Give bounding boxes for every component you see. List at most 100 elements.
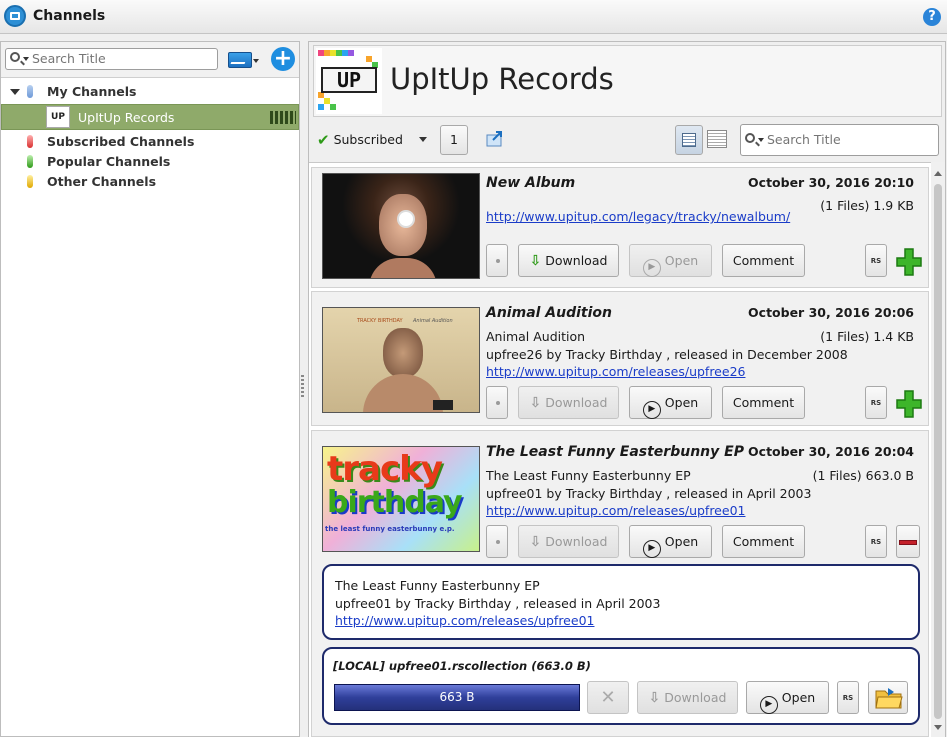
- scroll-down-icon[interactable]: [934, 725, 942, 734]
- remove-from-library-button[interactable]: [896, 525, 920, 558]
- download-button: ⇩ Download: [518, 386, 619, 419]
- post-link[interactable]: http://www.upitup.com/legacy/tracky/newa…: [486, 209, 790, 224]
- post-list-scrollbar[interactable]: [931, 162, 945, 737]
- window-title: Channels: [33, 8, 106, 24]
- copy-file-link-icon[interactable]: RS: [837, 681, 859, 714]
- post-card[interactable]: TRACKY BIRTHDAY Animal Audition Animal A…: [311, 291, 929, 426]
- help-icon[interactable]: ?: [923, 8, 941, 26]
- tree-item-upitup-records[interactable]: UP UpItUp Records: [1, 104, 299, 130]
- download-label: Download: [664, 690, 727, 705]
- chevron-down-icon[interactable]: [253, 59, 259, 66]
- sidebar-search-input[interactable]: [32, 51, 201, 66]
- tree-item-popular[interactable]: Popular Channels: [1, 152, 299, 172]
- channel-header: UP UpItUp Records: [313, 45, 942, 117]
- scrollbar-thumb[interactable]: [934, 184, 942, 719]
- chevron-down-icon[interactable]: [419, 137, 427, 146]
- cancel-download-button: ✕: [587, 681, 629, 714]
- post-file-size: (1 Files) 1.9 KB: [820, 198, 914, 213]
- attached-file-panel: [LOCAL] upfree01.rscollection (663.0 B) …: [322, 647, 920, 725]
- post-description: upfree26 by Tracky Birthday , released i…: [486, 347, 848, 362]
- more-options-button[interactable]: [486, 525, 508, 558]
- scroll-up-icon[interactable]: [934, 167, 942, 176]
- create-channel-button[interactable]: +: [271, 47, 295, 71]
- add-to-library-icon[interactable]: [896, 246, 922, 276]
- tree-item-subscribed[interactable]: Subscribed Channels: [1, 132, 299, 152]
- copy-link-icon[interactable]: RS: [865, 525, 887, 558]
- download-arrow-icon: ⇩: [529, 253, 542, 269]
- copy-link-icon[interactable]: RS: [865, 244, 887, 277]
- chevron-down-icon[interactable]: [23, 57, 29, 64]
- channel-content: UP UpItUp Records ✔ Subscribed 1 Search …: [308, 41, 946, 737]
- post-thumbnail[interactable]: TRACKY BIRTHDAY Animal Audition: [322, 307, 480, 413]
- post-thumbnail[interactable]: [322, 173, 480, 279]
- post-card[interactable]: New Album October 30, 2016 20:10 (1 File…: [311, 167, 929, 288]
- post-title[interactable]: New Album: [486, 175, 575, 191]
- file-title: [LOCAL] upfree01.rscollection (663.0 B): [333, 659, 591, 673]
- comment-button[interactable]: Comment: [722, 525, 805, 558]
- file-progress-bar: 663 B: [334, 684, 580, 711]
- folder-pin-icon: [27, 155, 33, 168]
- download-arrow-icon: ⇩: [529, 534, 542, 550]
- post-search-input[interactable]: [767, 132, 925, 147]
- pane-splitter-handle[interactable]: [301, 375, 304, 399]
- post-details-panel: The Least Funny Easterbunny EP upfree01 …: [322, 564, 920, 640]
- open-folder-button[interactable]: [868, 681, 908, 714]
- post-description: Animal Audition: [486, 329, 586, 344]
- tree-item-label: Popular Channels: [47, 154, 171, 169]
- card-view-toggle[interactable]: [675, 125, 703, 155]
- more-options-button[interactable]: [486, 386, 508, 419]
- post-search-box[interactable]: [740, 124, 939, 156]
- search-icon[interactable]: [745, 133, 755, 143]
- sidebar-toolbar: +: [1, 42, 299, 78]
- channels-app-icon: [4, 5, 26, 27]
- search-icon[interactable]: [10, 52, 20, 62]
- open-button[interactable]: ▶ Open: [629, 386, 712, 419]
- cover-title-text: birthday: [327, 485, 463, 520]
- collapse-arrow-icon[interactable]: [10, 89, 20, 100]
- open-label: Open: [781, 690, 816, 705]
- channel-logo-icon: UP: [46, 106, 70, 128]
- chevron-down-icon[interactable]: [758, 138, 764, 145]
- post-description: upfree01 by Tracky Birthday , released i…: [486, 486, 812, 501]
- channel-logo-text: UP: [337, 68, 361, 92]
- post-details-link[interactable]: http://www.upitup.com/releases/upfree01: [335, 613, 594, 628]
- post-link[interactable]: http://www.upitup.com/releases/upfree26: [486, 364, 745, 379]
- download-button: ⇩ Download: [518, 525, 619, 558]
- tree-item-label: My Channels: [47, 84, 137, 99]
- channel-name: UpItUp Records: [390, 62, 614, 96]
- download-arrow-icon: ⇩: [648, 690, 661, 706]
- post-list: New Album October 30, 2016 20:10 (1 File…: [309, 162, 931, 737]
- copy-link-icon[interactable]: RS: [865, 386, 887, 419]
- post-title[interactable]: The Least Funny Easterbunny EP: [486, 444, 744, 460]
- cover-title-text: tracky: [327, 449, 443, 489]
- comment-button[interactable]: Comment: [722, 386, 805, 419]
- tree-item-label: Subscribed Channels: [47, 134, 195, 149]
- subscriber-count: 1: [440, 125, 468, 155]
- open-button[interactable]: ▶ Open: [629, 525, 712, 558]
- post-details-line: The Least Funny Easterbunny EP: [335, 578, 540, 593]
- add-to-library-icon[interactable]: [896, 388, 922, 418]
- subscribed-label: Subscribed: [333, 132, 403, 147]
- post-title[interactable]: Animal Audition: [486, 305, 612, 321]
- post-card[interactable]: tracky birthday the least funny easterbu…: [311, 430, 929, 737]
- list-view-icon[interactable]: [707, 130, 727, 148]
- post-thumbnail[interactable]: tracky birthday the least funny easterbu…: [322, 446, 480, 552]
- more-options-button[interactable]: [486, 244, 508, 277]
- channel-sidebar: + My Channels UP UpItUp Records Subscrib…: [0, 41, 300, 737]
- post-link[interactable]: http://www.upitup.com/releases/upfree01: [486, 503, 745, 518]
- subscribed-toggle[interactable]: ✔ Subscribed: [315, 130, 403, 150]
- window-titlebar: Channels ?: [0, 0, 947, 34]
- comment-button[interactable]: Comment: [722, 244, 805, 277]
- cover-subtitle-text: the least funny easterbunny e.p.: [325, 525, 455, 533]
- file-open-button[interactable]: ▶ Open: [746, 681, 829, 714]
- share-post-icon[interactable]: [485, 129, 505, 149]
- channel-toolbar: ✔ Subscribed 1: [309, 122, 945, 158]
- play-icon: ▶: [759, 696, 778, 714]
- tree-item-my-channels[interactable]: My Channels: [1, 82, 299, 102]
- download-button[interactable]: ⇩ Download: [518, 244, 619, 277]
- minus-icon: [899, 540, 917, 545]
- channel-options-icon[interactable]: [228, 52, 252, 68]
- tree-item-other[interactable]: Other Channels: [1, 172, 299, 192]
- folder-pin-icon: [27, 175, 33, 188]
- sidebar-search-box[interactable]: [5, 48, 218, 70]
